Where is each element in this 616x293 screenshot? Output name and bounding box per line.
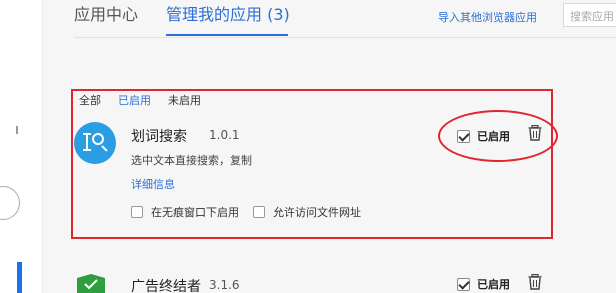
enabled-label: 已启用 — [477, 278, 510, 291]
main-panel: 应用中心 管理我的应用 (3) 导入其他浏览器应用 搜索应用 全部 已启用 未启… — [44, 0, 616, 293]
active-tab-underline — [166, 34, 288, 36]
search-input[interactable]: 搜索应用 — [563, 3, 616, 27]
tab-manage-my-apps[interactable]: 管理我的应用 (3) — [166, 5, 290, 25]
enabled-checkbox[interactable] — [457, 278, 470, 291]
sidebar-mark — [16, 126, 18, 134]
import-apps-link[interactable]: 导入其他浏览器应用 — [438, 9, 537, 25]
extension-name: 广告终结者 — [131, 279, 201, 293]
enabled-toggle[interactable]: 已启用 — [457, 276, 510, 292]
tab-app-center[interactable]: 应用中心 — [74, 5, 138, 25]
left-sidebar-strip — [0, 0, 43, 293]
extension-version: 3.1.6 — [209, 278, 240, 292]
sidebar-circle-button[interactable] — [0, 186, 20, 220]
shield-icon — [77, 274, 105, 293]
trash-icon[interactable] — [528, 274, 542, 290]
sidebar-active-indicator — [17, 262, 22, 293]
annotation-ellipse — [438, 110, 558, 162]
header-divider — [74, 37, 616, 38]
header: 应用中心 管理我的应用 (3) 导入其他浏览器应用 搜索应用 — [44, 0, 616, 38]
